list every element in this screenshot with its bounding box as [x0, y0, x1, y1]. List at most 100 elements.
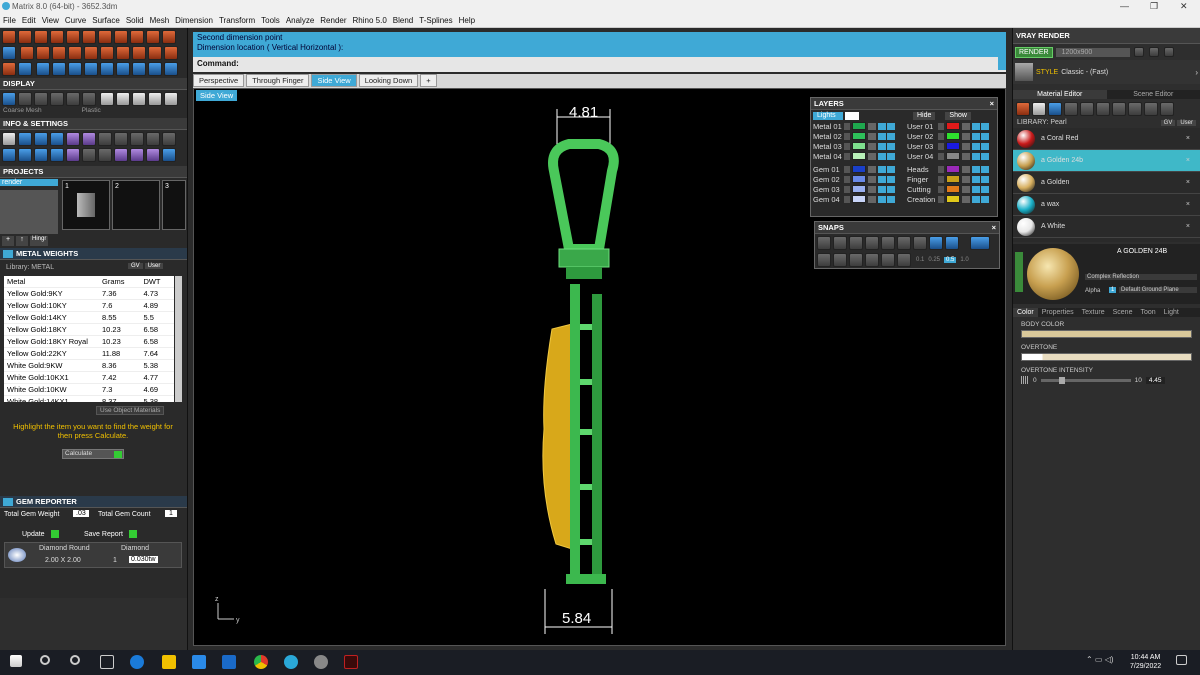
- visibility-icon[interactable]: [981, 175, 989, 183]
- layer-color-swatch[interactable]: [946, 132, 960, 140]
- layer-color-swatch[interactable]: [946, 195, 960, 203]
- tab-side-view[interactable]: Side View: [311, 74, 357, 87]
- remove-icon[interactable]: ×: [1186, 201, 1190, 208]
- add-project-icon[interactable]: +: [2, 236, 14, 246]
- display-icon[interactable]: [132, 92, 147, 106]
- tool-icon[interactable]: [66, 30, 80, 44]
- tool-icon[interactable]: [132, 62, 147, 76]
- tab-toon[interactable]: Toon: [1136, 308, 1159, 317]
- info-icon[interactable]: [98, 132, 112, 146]
- lock-icon[interactable]: [962, 132, 970, 140]
- material-tool-icon[interactable]: [1032, 102, 1046, 116]
- style-value[interactable]: Classic - (Fast): [1061, 69, 1108, 76]
- lock-icon[interactable]: [962, 152, 970, 160]
- intensity-slider[interactable]: [1040, 376, 1131, 384]
- resolution-field[interactable]: 1200x900: [1055, 47, 1130, 57]
- tool-icon[interactable]: [52, 62, 67, 76]
- tool-icon[interactable]: [148, 46, 163, 60]
- visibility-icon[interactable]: [878, 132, 886, 140]
- info-icon[interactable]: [162, 148, 176, 162]
- expand-icon[interactable]: [938, 165, 944, 173]
- menu-analyze[interactable]: Analyze: [283, 14, 317, 27]
- table-row[interactable]: White Gold:14KX1 8.37 5.38: [4, 395, 174, 402]
- visibility-icon[interactable]: [972, 132, 980, 140]
- expand-icon[interactable]: [844, 132, 850, 140]
- snap-icon[interactable]: [849, 236, 863, 250]
- tool-icon[interactable]: [84, 46, 99, 60]
- lock-icon[interactable]: [868, 142, 876, 150]
- tool-icon[interactable]: [20, 46, 35, 60]
- layer-color-swatch[interactable]: [946, 122, 960, 130]
- render-button[interactable]: RENDER: [1015, 46, 1053, 58]
- layer-row[interactable]: User 01: [907, 121, 997, 131]
- lights-button[interactable]: Lights: [813, 112, 843, 120]
- visibility-icon[interactable]: [972, 152, 980, 160]
- info-icon[interactable]: [146, 148, 160, 162]
- file-explorer-icon[interactable]: [162, 655, 176, 669]
- visibility-icon[interactable]: [887, 165, 895, 173]
- material-tool-icon[interactable]: [1064, 102, 1078, 116]
- lock-icon[interactable]: [962, 122, 970, 130]
- display-icon[interactable]: [82, 92, 96, 106]
- visibility-icon[interactable]: [878, 152, 886, 160]
- table-row[interactable]: White Gold:9KW 8.36 5.38: [4, 359, 174, 372]
- material-tool-icon[interactable]: [1160, 102, 1174, 116]
- menu-tools[interactable]: Tools: [258, 14, 283, 27]
- tool-icon[interactable]: [68, 46, 83, 60]
- snap-value[interactable]: 1.0: [960, 257, 968, 263]
- layer-color-swatch[interactable]: [946, 165, 960, 173]
- display-icon[interactable]: [66, 92, 80, 106]
- rhino-icon[interactable]: [314, 655, 328, 669]
- hide-button[interactable]: Hide: [913, 112, 936, 120]
- show-button[interactable]: Show: [945, 112, 971, 120]
- lock-icon[interactable]: [962, 175, 970, 183]
- snap-icon[interactable]: [865, 236, 879, 250]
- snap-value[interactable]: 0.25: [928, 257, 940, 263]
- menu-blend[interactable]: Blend: [390, 14, 416, 27]
- tool-icon[interactable]: [82, 30, 96, 44]
- chevron-down-icon[interactable]: ›: [1195, 68, 1198, 77]
- table-row[interactable]: Yellow Gold:22KY 11.88 7.64: [4, 347, 174, 360]
- info-icon[interactable]: [50, 132, 64, 146]
- lock-icon[interactable]: [962, 195, 970, 203]
- project-slot-2[interactable]: 2: [112, 180, 160, 230]
- layer-row[interactable]: Gem 04: [813, 194, 903, 204]
- snap-icon[interactable]: [881, 253, 895, 267]
- layer-row[interactable]: Finger: [907, 174, 997, 184]
- add-tab-button[interactable]: +: [420, 74, 437, 87]
- expand-icon[interactable]: [844, 152, 850, 160]
- ground-select[interactable]: Default Ground Plane: [1119, 287, 1197, 293]
- visibility-icon[interactable]: [887, 132, 895, 140]
- lock-icon[interactable]: [868, 185, 876, 193]
- expand-icon[interactable]: [938, 185, 944, 193]
- minimize-button[interactable]: —: [1120, 1, 1129, 11]
- layer-color-swatch[interactable]: [852, 152, 866, 160]
- material-tool-icon[interactable]: [1128, 102, 1142, 116]
- matrix-icon[interactable]: [344, 655, 358, 669]
- table-row[interactable]: Yellow Gold:9KY 7.36 4.73: [4, 287, 174, 300]
- tab-looking-down[interactable]: Looking Down: [358, 74, 419, 87]
- expand-icon[interactable]: [844, 195, 850, 203]
- overtone-slider[interactable]: [1021, 353, 1192, 361]
- project-slot-3[interactable]: 3: [162, 180, 186, 230]
- info-icon[interactable]: [2, 132, 16, 146]
- maximize-button[interactable]: ❐: [1150, 1, 1158, 12]
- tool-icon[interactable]: [148, 62, 163, 76]
- layer-color-swatch[interactable]: [852, 142, 866, 150]
- lights-swatch[interactable]: [845, 112, 859, 120]
- visibility-icon[interactable]: [981, 165, 989, 173]
- lock-icon[interactable]: [868, 132, 876, 140]
- tool-icon[interactable]: [116, 46, 131, 60]
- visibility-icon[interactable]: [887, 175, 895, 183]
- display-icon[interactable]: [34, 92, 48, 106]
- table-row[interactable]: Yellow Gold:18KY Royal 10.23 6.58: [4, 335, 174, 348]
- close-icon[interactable]: ×: [992, 223, 996, 232]
- expand-icon[interactable]: [938, 152, 944, 160]
- tool-icon[interactable]: [116, 62, 131, 76]
- info-icon[interactable]: [82, 132, 96, 146]
- remove-icon[interactable]: ×: [1186, 135, 1190, 142]
- material-item[interactable]: a wax ×: [1013, 194, 1200, 216]
- lock-icon[interactable]: [868, 195, 876, 203]
- info-icon[interactable]: [2, 148, 16, 162]
- close-icon[interactable]: ×: [990, 99, 994, 108]
